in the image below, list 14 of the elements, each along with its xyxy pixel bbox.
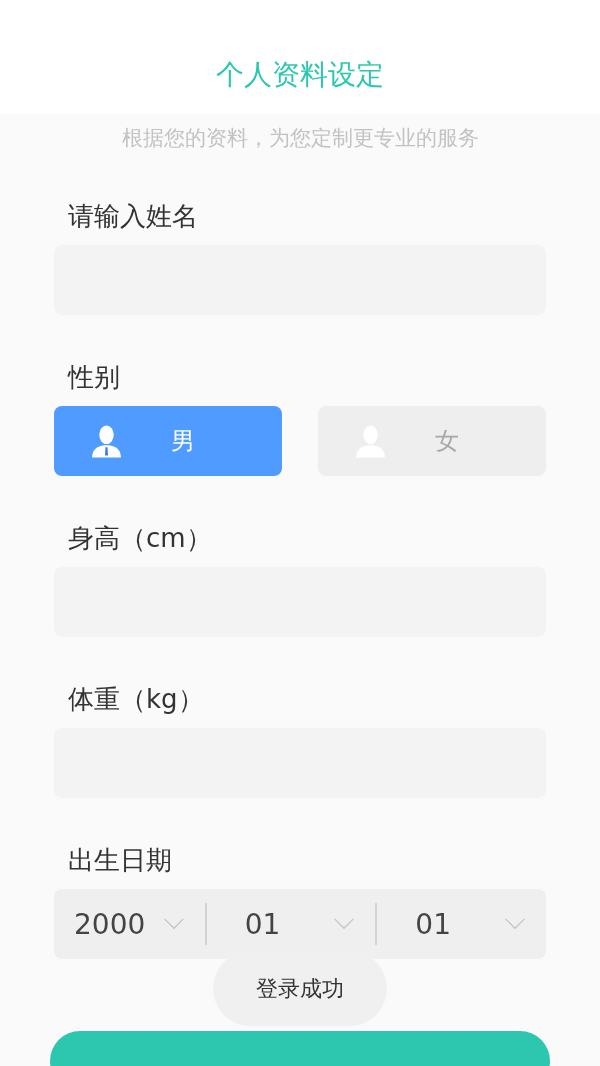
chevron-down-icon [504,918,526,930]
page-title: 个人资料设定 [216,57,384,93]
field-label: 请输入姓名 [68,200,199,233]
chevron-down-icon [333,918,356,930]
field-label: 出生日期 [68,844,173,877]
date-dropdown[interactable]: 01 [206,907,376,941]
chevron-down-icon [162,918,185,930]
person-icon [90,423,123,459]
subtitle: 根据您的资料，为您定制更专业的服务 [120,125,480,152]
date-dropdown[interactable]: 01 [377,907,546,941]
field-label: 性别 [68,361,121,394]
field-label: 体重（kg） [68,683,205,716]
date-dropdown[interactable]: 2000 [54,907,205,941]
field-label: 身高（cm） [68,522,213,555]
